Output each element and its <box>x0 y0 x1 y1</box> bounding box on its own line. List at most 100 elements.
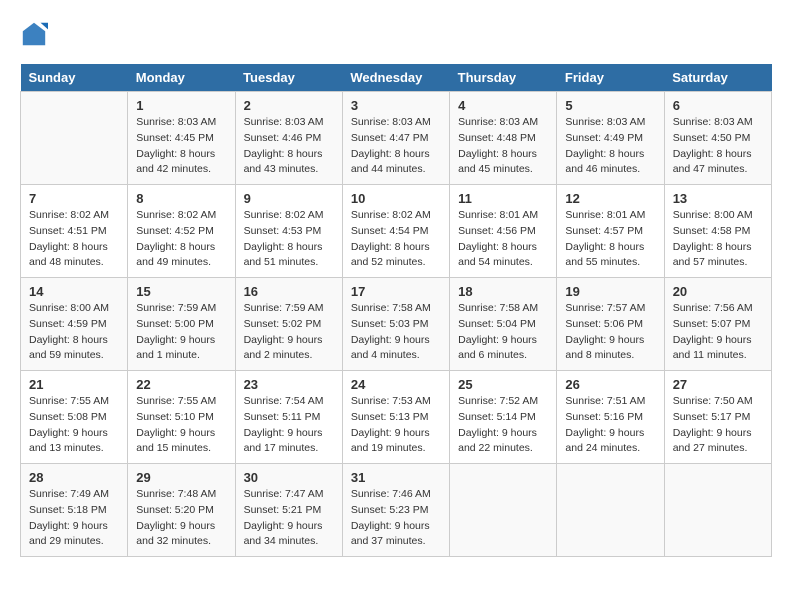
calendar-cell: 7 Sunrise: 8:02 AMSunset: 4:51 PMDaylight… <box>21 185 128 278</box>
calendar-cell: 9 Sunrise: 8:02 AMSunset: 4:53 PMDaylight… <box>235 185 342 278</box>
day-info: Sunrise: 8:03 AMSunset: 4:45 PMDaylight:… <box>136 115 226 178</box>
day-number: 15 <box>136 284 226 299</box>
calendar-cell: 22 Sunrise: 7:55 AMSunset: 5:10 PMDayligh… <box>128 371 235 464</box>
calendar-cell: 1 Sunrise: 8:03 AMSunset: 4:45 PMDaylight… <box>128 92 235 185</box>
day-number: 17 <box>351 284 441 299</box>
day-number: 18 <box>458 284 548 299</box>
weekday-header-tuesday: Tuesday <box>235 64 342 92</box>
calendar-cell <box>664 464 771 557</box>
calendar-cell: 2 Sunrise: 8:03 AMSunset: 4:46 PMDaylight… <box>235 92 342 185</box>
day-number: 22 <box>136 377 226 392</box>
weekday-header-row: SundayMondayTuesdayWednesdayThursdayFrid… <box>21 64 772 92</box>
calendar-week-row: 14Sunrise: 8:00 AMSunset: 4:59 PMDayligh… <box>21 278 772 371</box>
calendar-cell: 25 Sunrise: 7:52 AMSunset: 5:14 PMDayligh… <box>450 371 557 464</box>
day-number: 25 <box>458 377 548 392</box>
day-info: Sunrise: 8:00 AMSunset: 4:58 PMDaylight:… <box>673 208 763 271</box>
day-info: Sunrise: 7:50 AMSunset: 5:17 PMDaylight:… <box>673 394 763 457</box>
day-number: 2 <box>244 98 334 113</box>
calendar-cell: 27 Sunrise: 7:50 AMSunset: 5:17 PMDayligh… <box>664 371 771 464</box>
day-info: Sunrise: 7:58 AMSunset: 5:03 PMDaylight:… <box>351 301 441 364</box>
day-info: Sunrise: 8:03 AMSunset: 4:49 PMDaylight:… <box>565 115 655 178</box>
calendar-cell: 24Sunrise: 7:53 AMSunset: 5:13 PMDayligh… <box>342 371 449 464</box>
day-info: Sunrise: 7:59 AMSunset: 5:00 PMDaylight:… <box>136 301 226 364</box>
day-number: 12 <box>565 191 655 206</box>
weekday-header-sunday: Sunday <box>21 64 128 92</box>
weekday-header-friday: Friday <box>557 64 664 92</box>
day-number: 9 <box>244 191 334 206</box>
day-info: Sunrise: 7:55 AMSunset: 5:08 PMDaylight:… <box>29 394 119 457</box>
calendar-cell: 3Sunrise: 8:03 AMSunset: 4:47 PMDaylight… <box>342 92 449 185</box>
day-number: 24 <box>351 377 441 392</box>
calendar-cell <box>21 92 128 185</box>
weekday-header-monday: Monday <box>128 64 235 92</box>
day-info: Sunrise: 7:56 AMSunset: 5:07 PMDaylight:… <box>673 301 763 364</box>
day-number: 14 <box>29 284 119 299</box>
day-info: Sunrise: 7:52 AMSunset: 5:14 PMDaylight:… <box>458 394 548 457</box>
calendar-cell: 18 Sunrise: 7:58 AMSunset: 5:04 PMDayligh… <box>450 278 557 371</box>
day-info: Sunrise: 8:03 AMSunset: 4:46 PMDaylight:… <box>244 115 334 178</box>
day-number: 29 <box>136 470 226 485</box>
weekday-header-thursday: Thursday <box>450 64 557 92</box>
day-number: 23 <box>244 377 334 392</box>
day-info: Sunrise: 8:01 AMSunset: 4:57 PMDaylight:… <box>565 208 655 271</box>
day-number: 21 <box>29 377 119 392</box>
calendar-cell: 26Sunrise: 7:51 AMSunset: 5:16 PMDayligh… <box>557 371 664 464</box>
calendar-cell: 20 Sunrise: 7:56 AMSunset: 5:07 PMDayligh… <box>664 278 771 371</box>
day-info: Sunrise: 7:49 AMSunset: 5:18 PMDaylight:… <box>29 487 119 550</box>
day-number: 19 <box>565 284 655 299</box>
calendar-cell: 23Sunrise: 7:54 AMSunset: 5:11 PMDayligh… <box>235 371 342 464</box>
calendar-cell: 29 Sunrise: 7:48 AMSunset: 5:20 PMDayligh… <box>128 464 235 557</box>
calendar-week-row: 1 Sunrise: 8:03 AMSunset: 4:45 PMDaylight… <box>21 92 772 185</box>
day-number: 10 <box>351 191 441 206</box>
calendar-cell: 17 Sunrise: 7:58 AMSunset: 5:03 PMDayligh… <box>342 278 449 371</box>
calendar-week-row: 21 Sunrise: 7:55 AMSunset: 5:08 PMDayligh… <box>21 371 772 464</box>
day-info: Sunrise: 8:01 AMSunset: 4:56 PMDaylight:… <box>458 208 548 271</box>
calendar-cell: 14Sunrise: 8:00 AMSunset: 4:59 PMDayligh… <box>21 278 128 371</box>
day-info: Sunrise: 7:51 AMSunset: 5:16 PMDaylight:… <box>565 394 655 457</box>
calendar-cell: 11Sunrise: 8:01 AMSunset: 4:56 PMDayligh… <box>450 185 557 278</box>
day-number: 4 <box>458 98 548 113</box>
day-info: Sunrise: 8:02 AMSunset: 4:53 PMDaylight:… <box>244 208 334 271</box>
calendar-cell: 19 Sunrise: 7:57 AMSunset: 5:06 PMDayligh… <box>557 278 664 371</box>
day-number: 7 <box>29 191 119 206</box>
day-info: Sunrise: 8:02 AMSunset: 4:51 PMDaylight:… <box>29 208 119 271</box>
day-info: Sunrise: 7:46 AMSunset: 5:23 PMDaylight:… <box>351 487 441 550</box>
logo <box>20 20 52 48</box>
day-info: Sunrise: 7:58 AMSunset: 5:04 PMDaylight:… <box>458 301 548 364</box>
weekday-header-wednesday: Wednesday <box>342 64 449 92</box>
day-info: Sunrise: 7:48 AMSunset: 5:20 PMDaylight:… <box>136 487 226 550</box>
calendar-cell: 28 Sunrise: 7:49 AMSunset: 5:18 PMDayligh… <box>21 464 128 557</box>
day-number: 13 <box>673 191 763 206</box>
calendar-cell: 12 Sunrise: 8:01 AMSunset: 4:57 PMDayligh… <box>557 185 664 278</box>
calendar-week-row: 7 Sunrise: 8:02 AMSunset: 4:51 PMDaylight… <box>21 185 772 278</box>
day-number: 20 <box>673 284 763 299</box>
day-info: Sunrise: 7:57 AMSunset: 5:06 PMDaylight:… <box>565 301 655 364</box>
day-number: 6 <box>673 98 763 113</box>
day-info: Sunrise: 8:02 AMSunset: 4:52 PMDaylight:… <box>136 208 226 271</box>
calendar-cell: 4 Sunrise: 8:03 AMSunset: 4:48 PMDaylight… <box>450 92 557 185</box>
calendar-cell: 13 Sunrise: 8:00 AMSunset: 4:58 PMDayligh… <box>664 185 771 278</box>
calendar-cell: 15 Sunrise: 7:59 AMSunset: 5:00 PMDayligh… <box>128 278 235 371</box>
day-number: 1 <box>136 98 226 113</box>
day-number: 27 <box>673 377 763 392</box>
day-info: Sunrise: 7:55 AMSunset: 5:10 PMDaylight:… <box>136 394 226 457</box>
calendar-cell <box>450 464 557 557</box>
logo-icon <box>20 20 48 48</box>
day-number: 16 <box>244 284 334 299</box>
calendar-cell: 5 Sunrise: 8:03 AMSunset: 4:49 PMDaylight… <box>557 92 664 185</box>
calendar-table: SundayMondayTuesdayWednesdayThursdayFrid… <box>20 64 772 557</box>
day-number: 28 <box>29 470 119 485</box>
calendar-cell: 30Sunrise: 7:47 AMSunset: 5:21 PMDayligh… <box>235 464 342 557</box>
calendar-cell: 6Sunrise: 8:03 AMSunset: 4:50 PMDaylight… <box>664 92 771 185</box>
day-number: 5 <box>565 98 655 113</box>
calendar-cell: 31Sunrise: 7:46 AMSunset: 5:23 PMDayligh… <box>342 464 449 557</box>
weekday-header-saturday: Saturday <box>664 64 771 92</box>
calendar-week-row: 28 Sunrise: 7:49 AMSunset: 5:18 PMDayligh… <box>21 464 772 557</box>
day-number: 8 <box>136 191 226 206</box>
calendar-cell: 21 Sunrise: 7:55 AMSunset: 5:08 PMDayligh… <box>21 371 128 464</box>
day-info: Sunrise: 7:59 AMSunset: 5:02 PMDaylight:… <box>244 301 334 364</box>
calendar-cell: 8 Sunrise: 8:02 AMSunset: 4:52 PMDaylight… <box>128 185 235 278</box>
day-number: 3 <box>351 98 441 113</box>
day-info: Sunrise: 7:47 AMSunset: 5:21 PMDaylight:… <box>244 487 334 550</box>
day-info: Sunrise: 8:03 AMSunset: 4:48 PMDaylight:… <box>458 115 548 178</box>
